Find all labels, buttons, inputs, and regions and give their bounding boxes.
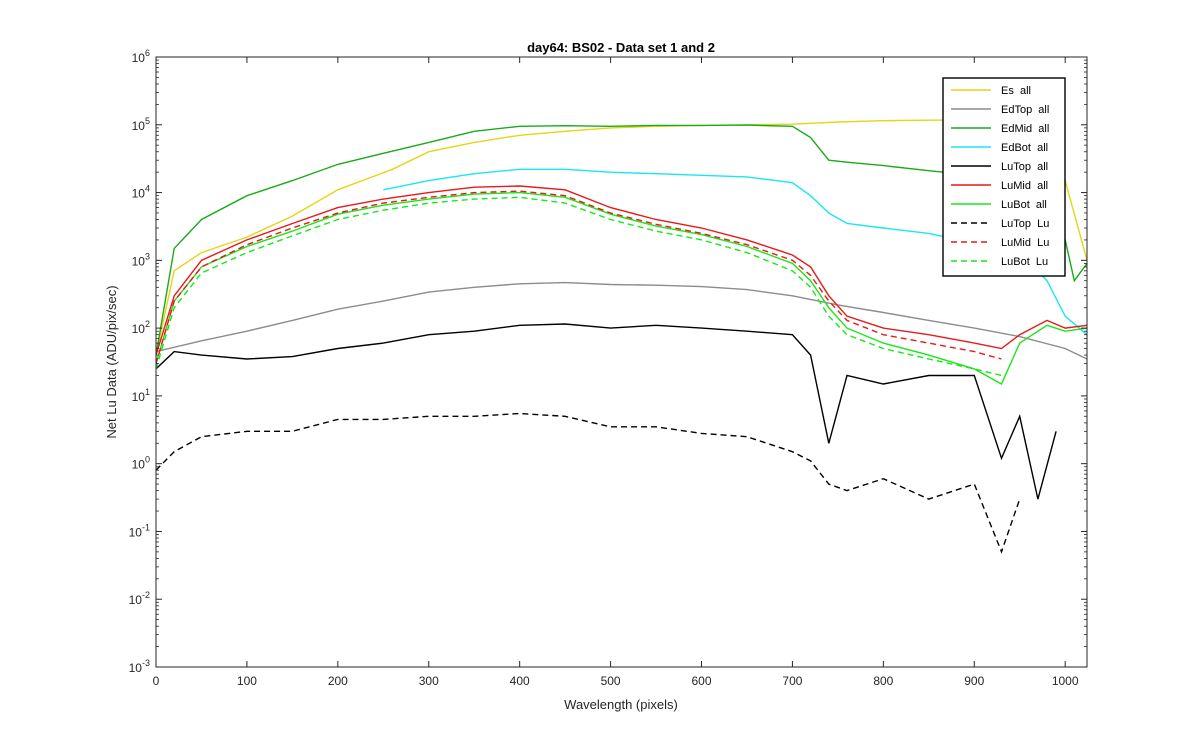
y-tick-label: 106 [132,48,150,65]
x-tick-label: 800 [873,674,893,688]
y-tick-label: 103 [132,251,150,268]
y-tick-label: 100 [132,455,150,472]
y-tick-label: 102 [132,319,150,336]
y-tick-label: 10-1 [129,522,150,539]
x-tick-label: 900 [964,674,984,688]
legend-entry-label: LuTop all [1001,161,1048,173]
y-tick-label: 105 [132,116,150,133]
legend-entry-label: EdBot all [1001,142,1048,154]
y-tick-label: 10-3 [129,658,150,675]
legend-entry-label: EdTop all [1001,104,1049,116]
x-axis-label: Wavelength (pixels) [564,697,678,712]
x-tick-label: 300 [419,674,439,688]
legend-entry-label: LuBot all [1001,199,1047,211]
legend-entry-label: LuTop Lu [1001,218,1049,230]
legend-entry-label: LuBot Lu [1001,256,1048,268]
y-tick-label: 10-2 [129,590,150,607]
legend-entry-label: EdMid all [1001,123,1049,135]
y-axis-label: Net Lu Data (ADU/pix/sec) [104,285,119,438]
x-tick-label: 100 [237,674,257,688]
x-tick-label: 500 [601,674,621,688]
x-tick-label: 400 [510,674,530,688]
x-tick-label: 1000 [1052,674,1079,688]
x-tick-label: 700 [782,674,802,688]
legend-entry-label: Es all [1001,85,1031,97]
x-tick-label: 600 [691,674,711,688]
y-tick-label: 101 [132,387,150,404]
legend-entry-label: LuMid all [1001,180,1048,192]
chart-figure: day64: BS02 - Data set 1 and 2 0 100 200 30… [0,0,1200,750]
y-tick-label: 104 [132,184,150,201]
x-tick-label: 0 [153,674,160,688]
legend-entry-label: LuMid Lu [1001,237,1049,249]
legend[interactable]: Es all EdTop all EdMid all EdBot all LuTop a… [942,77,1066,277]
chart-title: day64: BS02 - Data set 1 and 2 [527,40,715,55]
x-tick-label: 200 [328,674,348,688]
